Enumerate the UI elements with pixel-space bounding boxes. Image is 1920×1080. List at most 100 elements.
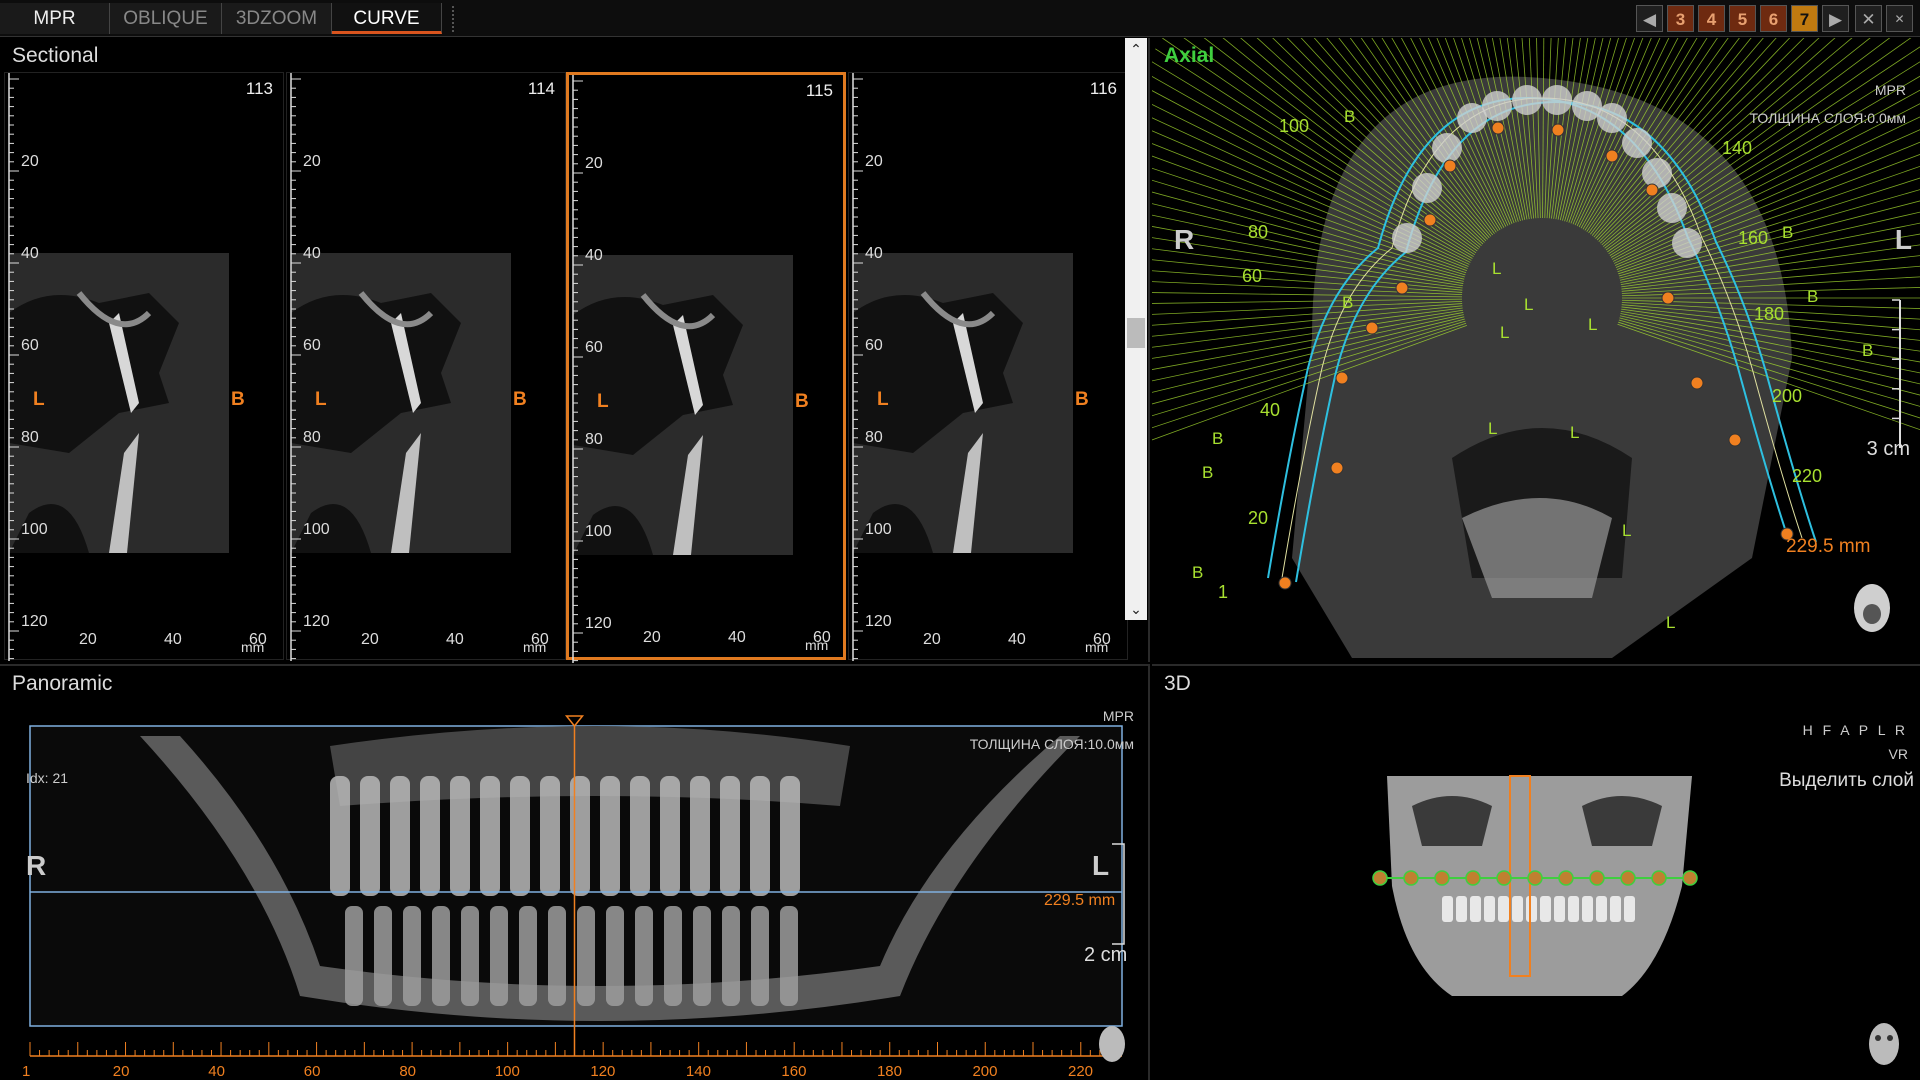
curve-control-point[interactable] bbox=[1443, 159, 1457, 173]
3d-head-orientation-icon[interactable] bbox=[1864, 1018, 1904, 1070]
ruler-label: 120 bbox=[865, 613, 892, 630]
tab-curve[interactable]: CURVE bbox=[332, 3, 442, 34]
buccal-marker: B bbox=[1212, 429, 1223, 448]
sectional-scrollbar[interactable]: ⌃ ⌄ bbox=[1125, 38, 1147, 620]
lower-tooth bbox=[780, 906, 798, 1006]
curve-control-point[interactable] bbox=[1491, 121, 1505, 135]
curve-control-point[interactable] bbox=[1278, 576, 1292, 590]
layout-7-button[interactable]: 7 bbox=[1791, 5, 1818, 32]
slice-lingual-marker: L bbox=[33, 389, 45, 410]
sectional-slice[interactable]: 115 20 40 60 80 100 120 L B 20 40 60 mm bbox=[566, 72, 846, 663]
panoramic-panel[interactable]: 1 20 40 60 80 100 120 140 160 180 200 220 Panoramic… bbox=[0, 664, 1150, 1080]
upper-tooth bbox=[480, 776, 500, 896]
tab-oblique[interactable]: OBLIQUE bbox=[110, 3, 222, 34]
curve-control-point[interactable] bbox=[1330, 461, 1344, 475]
select-layer-button[interactable]: Выделить слой bbox=[1779, 770, 1914, 792]
ruler-label: 40 bbox=[585, 247, 603, 264]
arch-control-point[interactable] bbox=[1372, 870, 1388, 886]
arch-position-label: 180 bbox=[1754, 304, 1784, 324]
arch-control-point[interactable] bbox=[1496, 870, 1512, 886]
tooth-render bbox=[1540, 896, 1551, 922]
sectional-panel[interactable]: Sectional 113 20 40 60 80 100 120 L B 20 40 60 mm 114… bbox=[0, 38, 1150, 663]
curve-control-point[interactable] bbox=[1365, 321, 1379, 335]
layout-3-button[interactable]: 3 bbox=[1667, 5, 1694, 32]
toolbar-grip[interactable] bbox=[452, 6, 460, 32]
curve-control-point[interactable] bbox=[1728, 433, 1742, 447]
panoramic-index-label: Idx: 21 bbox=[26, 770, 69, 786]
curve-control-point[interactable] bbox=[1661, 291, 1675, 305]
tooth bbox=[1482, 91, 1512, 121]
layout-6-button[interactable]: 6 bbox=[1760, 5, 1787, 32]
arch-position-label: 1 bbox=[1218, 582, 1228, 602]
arch-control-point[interactable] bbox=[1403, 870, 1419, 886]
upper-tooth bbox=[420, 776, 440, 896]
ruler-label: 60 bbox=[21, 337, 39, 354]
curve-control-point[interactable] bbox=[1605, 149, 1619, 163]
sectional-slice[interactable]: 114 20 40 60 80 100 120 L B 20 40 60 mm bbox=[286, 72, 566, 661]
panoramic-length-label: 229.5 mm bbox=[1044, 892, 1116, 909]
curve-control-point[interactable] bbox=[1423, 213, 1437, 227]
scroll-down-icon[interactable]: ⌄ bbox=[1125, 598, 1147, 620]
close-button[interactable]: ✕ bbox=[1855, 5, 1882, 32]
upper-tooth bbox=[780, 776, 800, 896]
tooth bbox=[1672, 228, 1702, 258]
axial-panel[interactable]: 1 20 40 60 80 100 140 160 180 200 220 B B B B B B B B L L L L L… bbox=[1152, 38, 1920, 662]
next-layout-button[interactable]: ▶ bbox=[1822, 5, 1849, 32]
axial-view-image[interactable]: 120406080100140160180200220BBBBBBBBLLL LL… bbox=[1152, 38, 1920, 662]
eye-socket bbox=[1582, 796, 1662, 846]
arch-control-point[interactable] bbox=[1651, 870, 1667, 886]
lower-tooth bbox=[635, 906, 653, 1006]
curve-control-point[interactable] bbox=[1395, 281, 1409, 295]
chevron-left-icon: ◀ bbox=[1642, 10, 1657, 29]
scroll-up-icon[interactable]: ⌃ bbox=[1125, 38, 1147, 60]
arch-control-point[interactable] bbox=[1527, 870, 1543, 886]
collapse-button[interactable]: ✕ bbox=[1886, 5, 1913, 32]
tab-mpr[interactable]: MPR bbox=[0, 3, 110, 34]
curve-control-point[interactable] bbox=[1335, 371, 1349, 385]
buccal-marker: B bbox=[1862, 341, 1873, 360]
upper-tooth bbox=[360, 776, 380, 896]
curve-control-point[interactable] bbox=[1645, 183, 1659, 197]
arch-control-point[interactable] bbox=[1558, 870, 1574, 886]
arch-control-point[interactable] bbox=[1465, 870, 1481, 886]
top-toolbar: MPR OBLIQUE 3DZOOM CURVE ◀ 3 4 5 6 7 ▶ ✕… bbox=[0, 0, 1920, 37]
x-axis-label: 20 bbox=[923, 631, 941, 648]
arch-control-point[interactable] bbox=[1620, 870, 1636, 886]
sectional-slice[interactable]: 116 20 40 60 80 100 120 L B 20 40 60 mm bbox=[848, 72, 1128, 661]
skull-orientation-icon[interactable] bbox=[1099, 1026, 1125, 1062]
axis-label: 160 bbox=[781, 1063, 806, 1080]
sectional-slice[interactable]: 113 20 40 60 80 100 120 L B 20 40 60 mm bbox=[4, 72, 284, 661]
ruler-label: 80 bbox=[865, 429, 883, 446]
axial-right-marker: R bbox=[1174, 224, 1195, 255]
3d-panel[interactable]: 3D H F A P L R VR Выделить слой bbox=[1152, 664, 1920, 1080]
curve-control-point[interactable] bbox=[1690, 376, 1704, 390]
arch-control-point[interactable] bbox=[1682, 870, 1698, 886]
head-orientation-icon[interactable] bbox=[1850, 578, 1894, 638]
arch-control-point[interactable] bbox=[1434, 870, 1450, 886]
ruler-label: 100 bbox=[585, 523, 612, 540]
axis-label: 200 bbox=[972, 1063, 997, 1080]
arch-control-point[interactable] bbox=[1589, 870, 1605, 886]
layout-4-button[interactable]: 4 bbox=[1698, 5, 1725, 32]
upper-tooth bbox=[600, 776, 620, 896]
prev-layout-button[interactable]: ◀ bbox=[1636, 5, 1663, 32]
tab-3dzoom[interactable]: 3DZOOM bbox=[222, 3, 332, 34]
ruler-label: 100 bbox=[865, 521, 892, 538]
panoramic-thickness-label: ТОЛЩИНА СЛОЯ:10.0мм bbox=[969, 736, 1134, 752]
ruler-label: 20 bbox=[303, 153, 321, 170]
buccal-marker: B bbox=[1192, 563, 1203, 582]
panoramic-view-image[interactable]: 1 20 40 60 80 100 120 140 160 180 200 220 bbox=[0, 666, 1150, 1080]
tooth-render bbox=[1582, 896, 1593, 922]
curve-control-point[interactable] bbox=[1551, 123, 1565, 137]
close-icon: ✕ bbox=[1861, 10, 1876, 29]
scroll-thumb[interactable] bbox=[1127, 318, 1145, 348]
upper-tooth bbox=[690, 776, 710, 896]
cursor-handle-icon[interactable] bbox=[564, 715, 585, 728]
tooth-render bbox=[1442, 896, 1453, 922]
slice-number: 115 bbox=[805, 81, 833, 100]
arch-position-label: 40 bbox=[1260, 400, 1280, 420]
lower-tooth bbox=[751, 906, 769, 1006]
panoramic-mode-label: MPR bbox=[1102, 708, 1134, 724]
x-axis-label: 40 bbox=[446, 631, 464, 648]
layout-5-button[interactable]: 5 bbox=[1729, 5, 1756, 32]
